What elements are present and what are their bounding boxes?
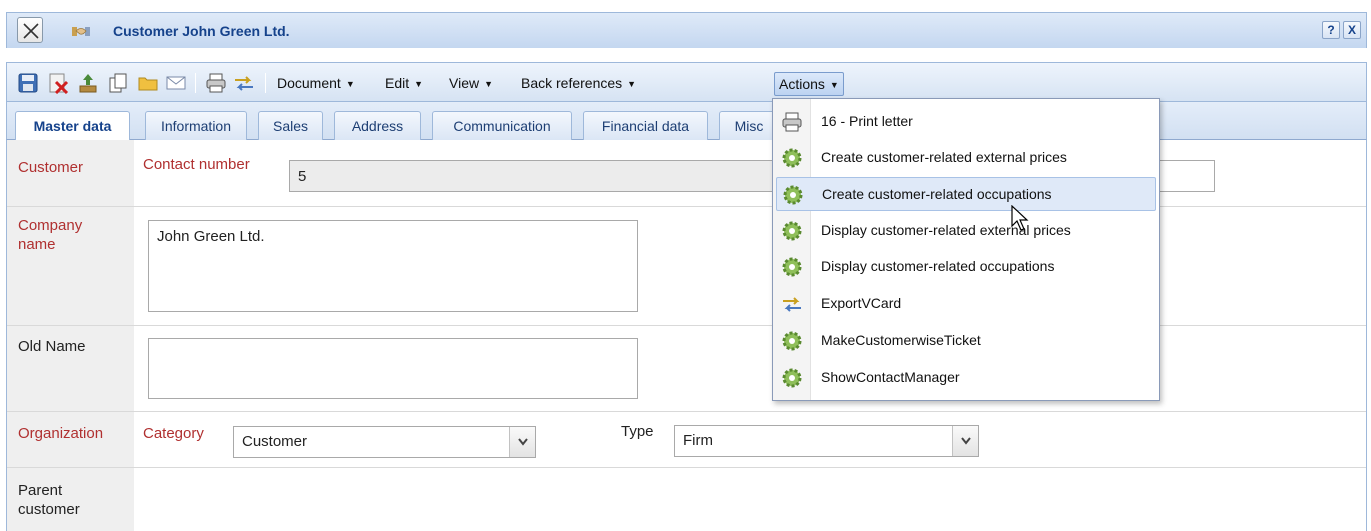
menu-item-show-contact-manager[interactable]: ShowContactManager [776,361,1156,395]
save-icon[interactable] [17,72,39,94]
menu-item-display-external-prices[interactable]: Display customer-related external prices [776,214,1156,248]
exchange-icon [783,297,801,312]
master-data-form: Customer Contact number 5 Company name J… [6,140,1367,531]
mouse-cursor-icon [1011,205,1029,231]
chevron-down-icon: ▼ [484,79,494,89]
tab-master-data[interactable]: Master data [15,111,130,141]
back-references-menu[interactable]: Back references ▼ [517,72,640,96]
organization-label: Organization [18,425,104,442]
category-select[interactable]: Customer [233,426,536,458]
category-dropdown-button[interactable] [509,427,535,457]
actions-menu[interactable]: Actions ▼ [774,72,844,96]
chevron-down-icon: ▼ [414,79,424,89]
window-titlebar: Customer John Green Ltd. ? X [6,12,1367,48]
menu-item-export-vcard[interactable]: ExportVCard [776,287,1156,321]
mail-icon[interactable] [165,72,187,94]
tab-financial-data[interactable]: Financial data [583,111,708,140]
view-menu[interactable]: View ▼ [445,72,497,96]
tab-sales[interactable]: Sales [258,111,323,140]
old-name-label: Old Name [18,338,86,355]
company-name-label: Company name [18,217,83,253]
chevron-down-icon [518,438,528,446]
contact-extra-field[interactable] [1159,160,1215,192]
contact-number-field[interactable]: 5 [289,160,774,192]
exchange-icon[interactable] [233,72,255,94]
close-window-button[interactable] [17,17,43,43]
menu-item-create-external-prices[interactable]: Create customer-related external prices [776,141,1156,175]
menu-item-display-occupations[interactable]: Display customer-related occupations [776,250,1156,284]
help-button[interactable]: ? [1322,21,1340,39]
close-icon [23,23,39,39]
window-title: Customer John Green Ltd. [113,23,290,39]
document-menu[interactable]: Document ▼ [273,72,359,96]
tab-address[interactable]: Address [334,111,421,140]
print-icon [782,112,802,132]
toolbar: Document ▼ Edit ▼ View ▼ Back references ▼ A… [6,62,1367,102]
upload-icon[interactable] [77,72,99,94]
type-label: Type [621,423,654,440]
gear-icon [782,257,802,277]
menu-item-make-ticket[interactable]: MakeCustomerwiseTicket [776,324,1156,358]
close-button[interactable]: X [1343,21,1361,39]
chevron-down-icon: ▼ [829,80,839,90]
print-icon[interactable] [205,72,227,94]
gear-icon [782,221,802,241]
tab-strip: Master data Information Sales Address Co… [6,102,1367,141]
gear-icon [782,148,802,168]
contact-number-label: Contact number [143,156,250,173]
label-column [7,140,134,531]
chevron-down-icon: ▼ [345,79,355,89]
gear-icon [782,368,802,388]
customer-label: Customer [18,159,84,176]
tab-information[interactable]: Information [145,111,247,140]
menu-item-print-letter[interactable]: 16 - Print letter [776,105,1156,139]
type-select[interactable]: Firm [674,425,979,457]
folder-icon[interactable] [137,72,159,94]
chevron-down-icon [961,437,971,445]
handshake-icon [72,27,90,36]
category-label: Category [143,425,204,442]
edit-menu[interactable]: Edit ▼ [381,72,427,96]
tab-communication[interactable]: Communication [432,111,572,140]
parent-customer-label: Parent customer [18,482,80,518]
gear-icon [783,185,803,205]
chevron-down-icon: ▼ [627,79,637,89]
company-name-field[interactable]: John Green Ltd. [148,220,638,312]
delete-icon[interactable] [47,72,69,94]
type-dropdown-button[interactable] [952,426,978,456]
tab-misc[interactable]: Misc [719,111,779,140]
copy-icon[interactable] [107,72,129,94]
old-name-field[interactable] [148,338,638,399]
actions-dropdown: 16 - Print letter Create customer-relate… [772,98,1160,401]
gear-icon [782,331,802,351]
menu-item-create-occupations[interactable]: Create customer-related occupations [776,177,1156,211]
